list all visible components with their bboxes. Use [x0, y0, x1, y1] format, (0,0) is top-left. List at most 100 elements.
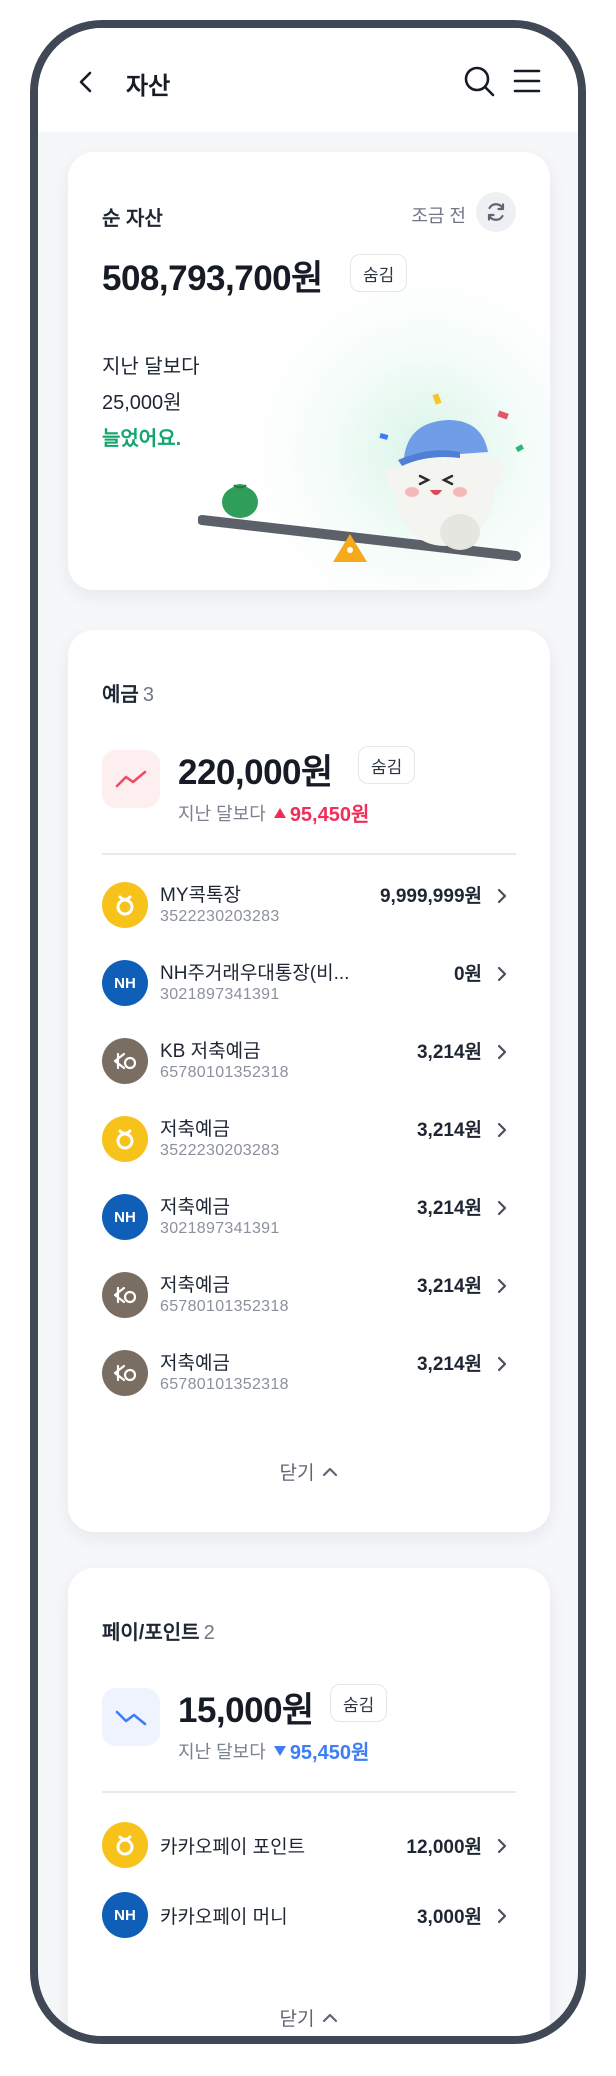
trend-up-badge: [102, 750, 160, 808]
hide-deposit-button[interactable]: 숨김: [358, 746, 416, 784]
deposit-section-card: 예금 3 220,000원 숨김 지난 달보다 95,450원 MY콕톡장 3522…: [68, 630, 550, 1532]
compare-text-result: 늘었어요.: [102, 428, 182, 450]
app-header: 자산: [38, 28, 578, 132]
account-row[interactable]: MY콕톡장 3522230203283 9,999,999원: [102, 868, 516, 946]
account-number: 3522230203283: [160, 1142, 280, 1159]
account-row[interactable]: 카카오페이 포인트 12,000원: [102, 1810, 516, 1880]
account-row[interactable]: 저축예금 65780101352318 3,214원: [102, 1336, 516, 1414]
deposit-delta: 95,450원: [273, 798, 370, 827]
deposit-divider: [102, 853, 516, 855]
chevron-right-icon: [497, 1200, 507, 1216]
chevron-right-icon: [497, 966, 507, 982]
pay-title-text: 페이/포인트: [102, 1622, 200, 1644]
trend-down-badge: [102, 1688, 160, 1746]
account-row[interactable]: KB 저축예금 65780101352318 3,214원: [102, 1024, 516, 1102]
compare-text-prefix: 지난 달보다: [102, 356, 200, 378]
mascot-seesaw-illustration: [198, 393, 524, 562]
net-asset-card: 순 자산 조금 전 508,793,700원 숨김 지난 달보다 25,000원…: [68, 152, 550, 590]
pay-section-title: 페이/포인트 2: [102, 1616, 215, 1645]
account-name: 저축예금: [160, 1275, 230, 1296]
account-row[interactable]: NH 저축예금 3021897341391 3,214원: [102, 1180, 516, 1258]
chevron-right-icon: [497, 1122, 507, 1138]
account-row[interactable]: 저축예금 65780101352318 3,214원: [102, 1258, 516, 1336]
pay-delta: 95,450원: [273, 1736, 370, 1765]
account-name: NH주거래우대통장(비...: [160, 963, 350, 984]
nh-bank-logo-icon: NH: [102, 1892, 148, 1938]
phone-frame: 자산 순 자산 조금 전 508,793,700원 숨김 지난 달보다 25,0…: [30, 20, 586, 2044]
triangle-down-icon: [273, 1745, 286, 1756]
pay-divider: [102, 1791, 516, 1793]
nh-logo-text: NH: [114, 1208, 136, 1226]
coin-bank-logo-icon: [102, 882, 148, 928]
pay-collapse-label: 닫기: [279, 2009, 315, 2030]
chevron-left-icon: [79, 71, 92, 93]
deposit-collapse-label: 닫기: [279, 1463, 315, 1484]
deposit-account-list: MY콕톡장 3522230203283 9,999,999원 NH NH주거래우대통장(…: [102, 868, 516, 1414]
search-button[interactable]: [462, 64, 496, 98]
account-name: KB 저축예금: [160, 1041, 261, 1062]
account-balance: 3,000원: [416, 1907, 482, 1928]
trend-up-icon: [115, 770, 147, 788]
trend-down-icon: [115, 1710, 147, 1726]
account-number: 65780101352318: [160, 1298, 289, 1315]
pay-count: 2: [203, 1622, 215, 1644]
pay-total-amount: 15,000원: [178, 1691, 314, 1730]
hide-pay-button[interactable]: 숨김: [330, 1684, 388, 1722]
chevron-right-icon: [497, 1044, 507, 1060]
account-balance: 9,999,999원: [379, 886, 482, 907]
nh-logo-text: NH: [114, 974, 136, 992]
account-balance: 3,214원: [416, 1120, 482, 1141]
compare-text-amount: 25,000원: [102, 392, 182, 414]
account-balance: 0원: [453, 964, 482, 985]
kb-bank-logo-icon: [102, 1272, 148, 1318]
chevron-right-icon: [497, 888, 507, 904]
chevron-up-icon: [323, 1467, 338, 1476]
pay-collapse-button[interactable]: 닫기: [68, 2004, 550, 2031]
account-number: 3021897341391: [160, 1220, 280, 1237]
account-row[interactable]: NH 카카오페이 머니 3,000원: [102, 1880, 516, 1950]
hamburger-menu-icon: [513, 69, 541, 93]
deposit-total-amount: 220,000원: [178, 753, 333, 792]
account-name: 저축예금: [160, 1197, 230, 1218]
account-row[interactable]: NH NH주거래우대통장(비... 3021897341391 0원: [102, 946, 516, 1024]
back-button[interactable]: [72, 68, 100, 96]
chevron-right-icon: [497, 1838, 507, 1854]
deposit-delta-amount: 95,450원: [289, 804, 370, 826]
net-asset-amount: 508,793,700원: [102, 259, 323, 298]
triangle-up-icon: [273, 807, 286, 818]
chevron-up-icon: [323, 2013, 338, 2022]
account-number: 65780101352318: [160, 1064, 289, 1081]
search-icon: [464, 66, 495, 97]
account-row[interactable]: 저축예금 3522230203283 3,214원: [102, 1102, 516, 1180]
deposit-collapse-button[interactable]: 닫기: [68, 1458, 550, 1485]
refresh-icon: [487, 203, 505, 221]
kb-bank-logo-icon: [102, 1038, 148, 1084]
net-asset-label: 순 자산: [102, 208, 163, 230]
account-name: 저축예금: [160, 1119, 230, 1140]
deposit-title-text: 예금: [102, 684, 139, 706]
account-balance: 3,214원: [416, 1276, 482, 1297]
deposit-compare-label: 지난 달보다: [178, 803, 266, 824]
pay-delta-amount: 95,450원: [289, 1742, 370, 1764]
coin-bank-logo-icon: [102, 1116, 148, 1162]
pay-compare: 지난 달보다 95,450원: [178, 1736, 369, 1765]
chevron-right-icon: [497, 1278, 507, 1294]
deposit-compare: 지난 달보다 95,450원: [178, 798, 369, 827]
chevron-right-icon: [497, 1356, 507, 1372]
account-number: 3522230203283: [160, 908, 280, 925]
pay-compare-label: 지난 달보다: [178, 1741, 266, 1762]
screen: 자산 순 자산 조금 전 508,793,700원 숨김 지난 달보다 25,0…: [38, 28, 578, 2036]
account-name: 카카오페이 포인트: [160, 1837, 306, 1858]
deposit-count: 3: [142, 684, 154, 706]
nh-bank-logo-icon: NH: [102, 1194, 148, 1240]
page-title: 자산: [126, 73, 171, 100]
deposit-section-title: 예금 3: [102, 678, 154, 707]
menu-button[interactable]: [512, 66, 542, 96]
kb-bank-logo-icon: [102, 1350, 148, 1396]
updated-time: 조금 전: [411, 206, 466, 226]
refresh-button[interactable]: [476, 192, 516, 232]
hide-net-asset-button[interactable]: 숨김: [350, 254, 408, 292]
coin-bank-logo-icon: [102, 1822, 148, 1868]
account-balance: 12,000원: [406, 1837, 482, 1858]
account-name: MY콕톡장: [160, 885, 241, 906]
